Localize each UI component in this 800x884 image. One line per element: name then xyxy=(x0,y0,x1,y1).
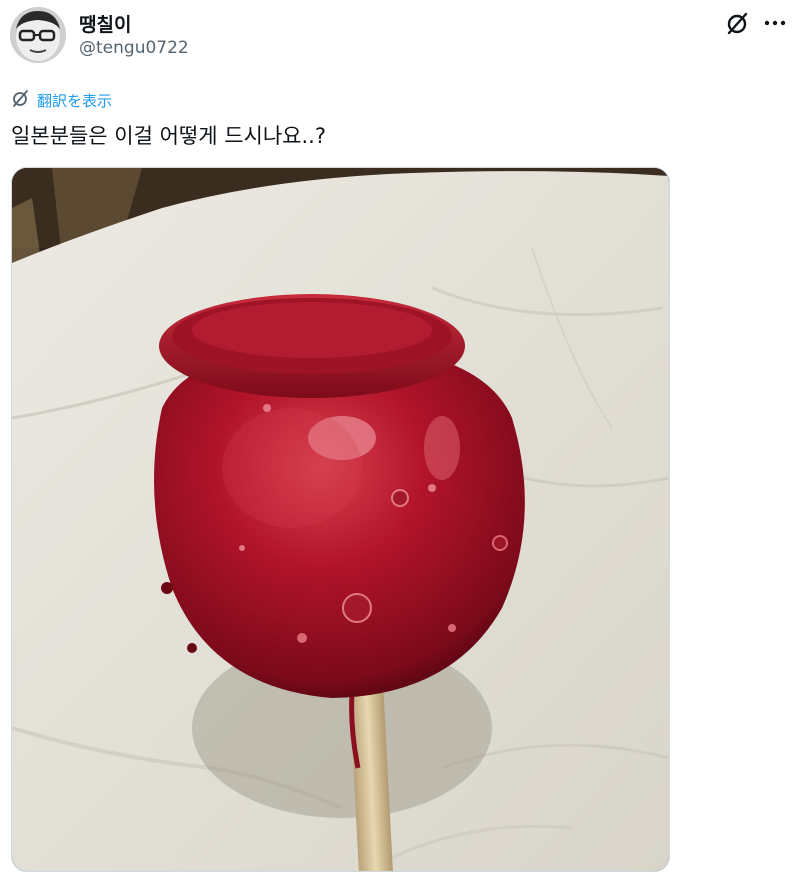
avatar[interactable] xyxy=(10,7,66,63)
more-icon[interactable] xyxy=(763,13,787,33)
display-name[interactable]: 땡칠이 xyxy=(79,10,131,37)
grok-icon[interactable] xyxy=(725,10,751,36)
user-handle[interactable]: @tengu0722 xyxy=(79,38,189,58)
tweet-photo[interactable] xyxy=(11,167,670,872)
tweet-text: 일본분들은 이걸 어떻게 드시나요..? xyxy=(11,124,327,148)
translate-icon xyxy=(11,88,31,112)
translate-link[interactable]: 翻訳を表示 xyxy=(11,88,112,112)
translate-label: 翻訳を表示 xyxy=(37,91,113,110)
